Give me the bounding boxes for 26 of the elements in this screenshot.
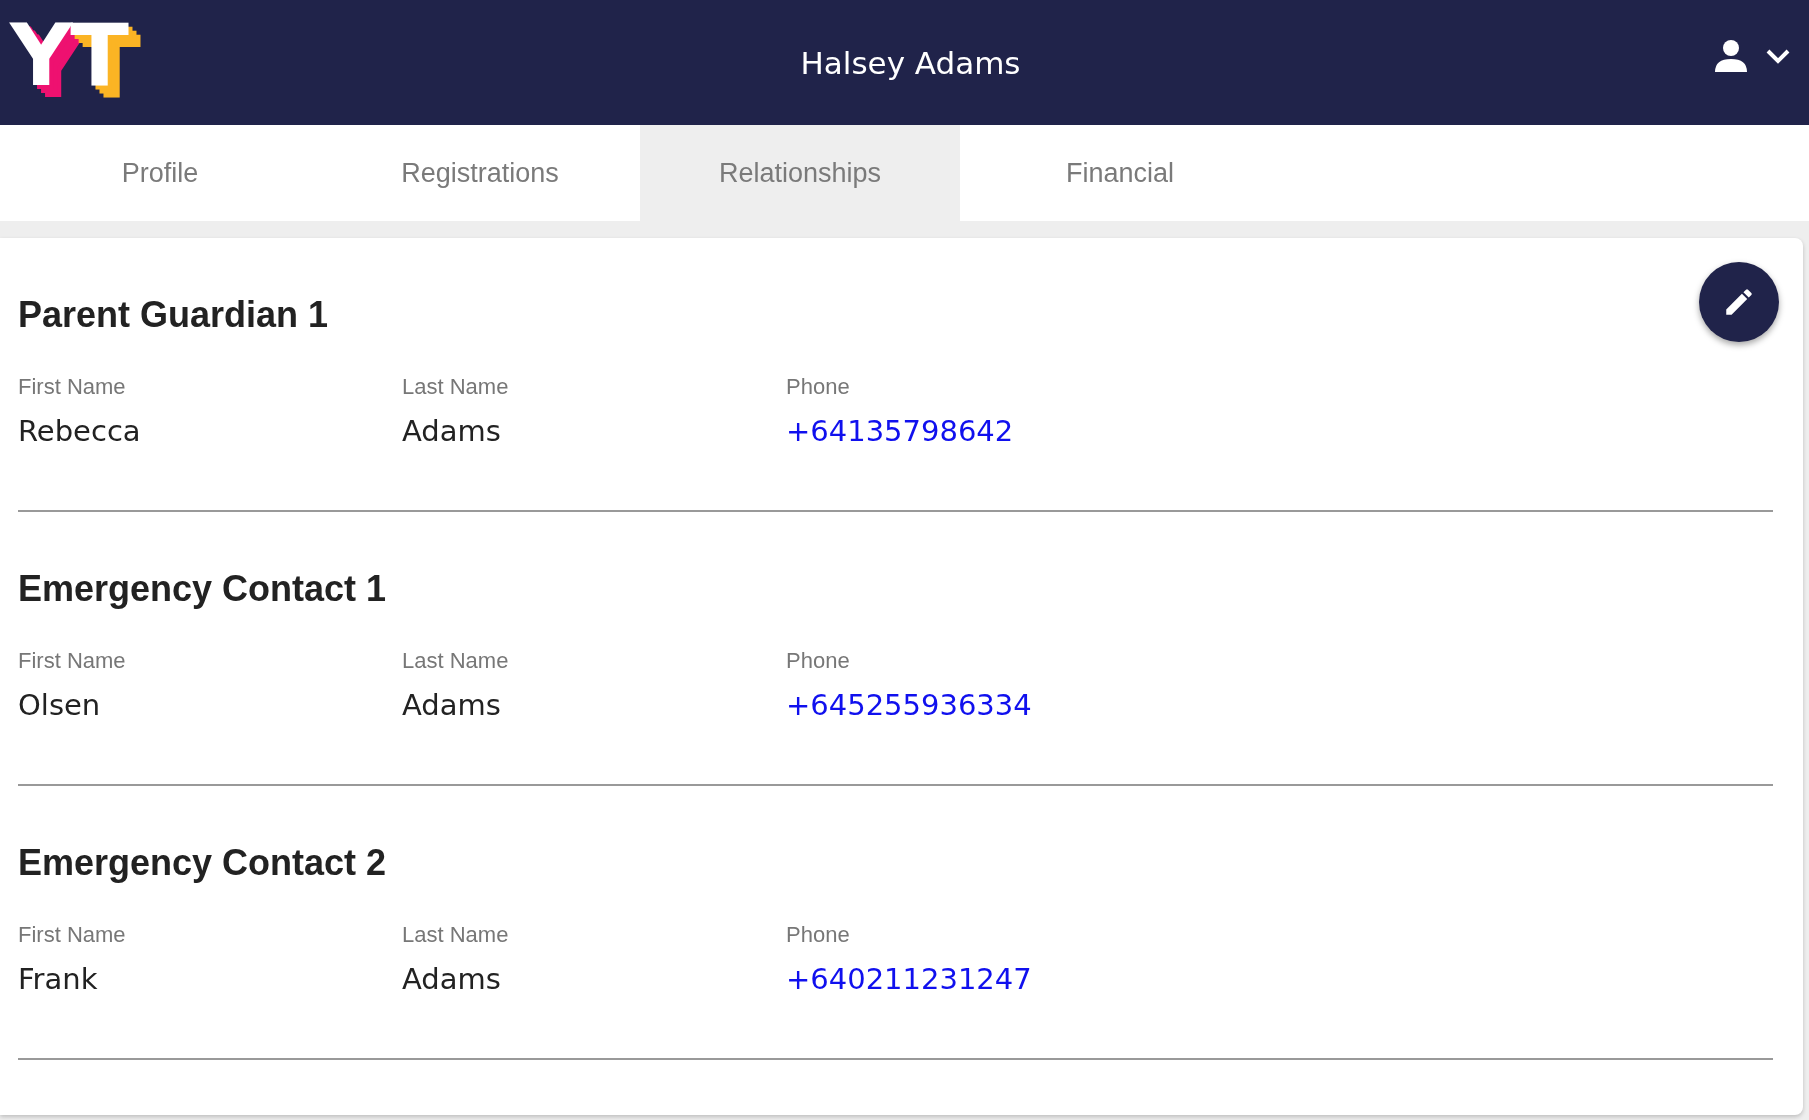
field-label: Last Name: [402, 648, 510, 674]
edit-button[interactable]: [1699, 262, 1779, 342]
user-icon: [1713, 38, 1749, 73]
tab[interactable]: Relationships: [640, 125, 960, 221]
section-title: Parent Guardian 1: [18, 294, 329, 336]
field-label: Phone: [786, 648, 851, 674]
field-label: Last Name: [402, 922, 510, 948]
logo[interactable]: YT: [0, 11, 150, 110]
phone-link[interactable]: +640211231247: [786, 962, 1170, 996]
field-label: Last Name: [402, 374, 510, 400]
section-title: Emergency Contact 2: [18, 842, 387, 884]
phone-link[interactable]: +64135798642: [786, 414, 1170, 448]
field-label: First Name: [18, 374, 127, 400]
field-label: Phone: [786, 922, 851, 948]
field-value: Adams: [402, 414, 502, 448]
field-label: First Name: [18, 922, 127, 948]
field-label: Phone: [786, 374, 851, 400]
field-label: First Name: [18, 648, 127, 674]
field-value: Rebecca: [18, 414, 142, 448]
field-value: Olsen: [18, 688, 102, 722]
field-value: Frank: [18, 962, 99, 996]
page-title: Halsey Adams: [799, 44, 1022, 81]
field-value: Adams: [402, 688, 502, 722]
phone-link[interactable]: +645255936334: [786, 688, 1170, 722]
section-title: Emergency Contact 1: [18, 568, 387, 610]
field-value: Adams: [402, 962, 502, 996]
